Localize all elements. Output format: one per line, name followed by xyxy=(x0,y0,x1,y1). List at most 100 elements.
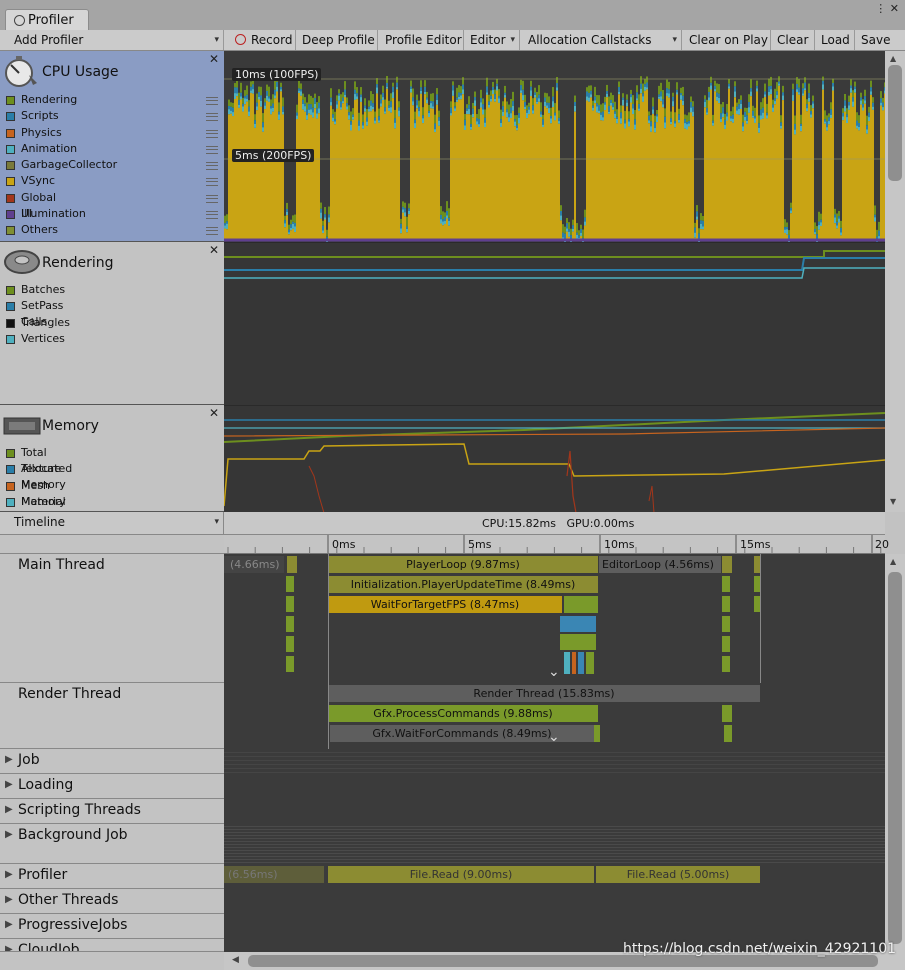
thread-main[interactable]: Main Thread xyxy=(0,554,224,683)
charts-vertical-scrollbar[interactable]: ▲ ▼ xyxy=(885,51,905,512)
memory-panel[interactable]: Memory ✕ Total Allocated Texture Memory … xyxy=(0,405,224,524)
sample-block[interactable] xyxy=(724,725,732,742)
thread-label: ProgressiveJobs xyxy=(18,917,128,933)
progressive-jobs-lane[interactable] xyxy=(224,914,885,940)
drag-handle-icon[interactable] xyxy=(206,162,218,171)
scroll-down-icon[interactable]: ▼ xyxy=(890,497,896,506)
drag-handle-icon[interactable] xyxy=(206,227,218,236)
close-memory-panel-icon[interactable]: ✕ xyxy=(209,406,219,420)
clear-on-play-button[interactable]: Clear on Play xyxy=(683,30,771,50)
close-cpu-panel-icon[interactable]: ✕ xyxy=(209,52,219,66)
expand-triangle-icon[interactable]: ▶ xyxy=(5,869,13,880)
sample-gfx-process-commands[interactable]: Gfx.ProcessCommands (9.88ms) xyxy=(328,705,598,722)
sample-render-thread[interactable]: Render Thread (15.83ms) xyxy=(328,685,760,702)
timeline-header: Timeline CPU:15.82ms GPU:0.00ms xyxy=(0,512,885,535)
thread-scripting[interactable]: ▶ Scripting Threads xyxy=(0,799,224,824)
expand-triangle-icon[interactable]: ▶ xyxy=(5,829,13,840)
expand-triangle-icon[interactable]: ▶ xyxy=(5,894,13,905)
drag-handle-icon[interactable] xyxy=(206,97,218,105)
render-thread-lane[interactable]: Render Thread (15.83ms) Gfx.ProcessComma… xyxy=(224,683,885,750)
legend-label: Scripts xyxy=(21,109,59,123)
thread-job[interactable]: ▶ Job xyxy=(0,749,224,774)
expand-triangle-icon[interactable]: ▶ xyxy=(5,804,13,815)
scroll-up-icon[interactable]: ▲ xyxy=(890,54,896,63)
thread-label: Main Thread xyxy=(18,557,105,573)
thread-render[interactable]: Render Thread xyxy=(0,683,224,749)
other-threads-lane[interactable] xyxy=(224,889,885,915)
sample-block[interactable] xyxy=(722,705,732,722)
scrollbar-thumb[interactable] xyxy=(888,572,902,944)
nested-samples[interactable] xyxy=(560,616,596,676)
thread-other[interactable]: ▶ Other Threads xyxy=(0,889,224,914)
profiler-window-tab[interactable]: Profiler xyxy=(5,9,89,31)
save-button[interactable]: Save xyxy=(855,30,905,50)
profiler-toolbar: Add Profiler Record Deep Profile Profile… xyxy=(0,30,905,51)
legend-label: UI xyxy=(21,207,33,221)
record-button[interactable]: Record xyxy=(226,30,296,50)
frame-stats-label: CPU:15.82ms GPU:0.00ms xyxy=(482,517,635,530)
thread-progressive-jobs[interactable]: ▶ ProgressiveJobs xyxy=(0,914,224,939)
memory-chart[interactable] xyxy=(223,405,886,514)
sample-stack[interactable] xyxy=(722,576,730,676)
deep-profile-button[interactable]: Deep Profile xyxy=(296,30,378,50)
cpu-usage-chart[interactable]: 10ms (100FPS) 5ms (200FPS) xyxy=(224,51,886,246)
drag-handle-icon[interactable] xyxy=(206,145,218,154)
rendering-graph xyxy=(224,250,885,279)
thread-loading[interactable]: ▶ Loading xyxy=(0,774,224,799)
scrollbar-thumb[interactable] xyxy=(888,65,902,181)
job-lane[interactable] xyxy=(224,749,885,775)
drag-handle-icon[interactable] xyxy=(206,194,218,203)
sample-stack[interactable] xyxy=(286,576,294,676)
clear-button[interactable]: Clear xyxy=(771,30,815,50)
main-thread-lane[interactable]: (4.66ms) PlayerLoop (9.87ms) EditorLoop … xyxy=(224,554,885,684)
cpu-usage-panel[interactable]: CPU Usage ✕ Rendering Scripts Physics An… xyxy=(0,51,224,242)
sample-init-player-update[interactable]: Initialization.PlayerUpdateTime (8.49ms) xyxy=(328,576,598,593)
rendering-chart[interactable] xyxy=(224,242,885,406)
sample-file-read-1[interactable]: File.Read (9.00ms) xyxy=(328,866,594,883)
background-job-lane[interactable] xyxy=(224,824,885,865)
thread-cloud-job[interactable]: ▶ CloudJob xyxy=(0,939,224,952)
sample-editor-loop[interactable]: EditorLoop (4.56ms) xyxy=(599,556,721,573)
sample-block[interactable] xyxy=(594,725,600,742)
drag-handle-icon[interactable] xyxy=(206,178,218,187)
legend-swatch xyxy=(6,318,15,328)
drag-handle-icon[interactable] xyxy=(206,113,218,122)
window-controls[interactable]: ⋮ ✕ xyxy=(875,2,899,15)
time-ruler[interactable]: 0ms 5ms 10ms 15ms 20 xyxy=(224,535,889,554)
drag-handle-icon[interactable] xyxy=(206,129,218,138)
sample-player-loop[interactable]: PlayerLoop (9.87ms) xyxy=(328,556,598,573)
thread-profiler[interactable]: ▶ Profiler xyxy=(0,864,224,889)
sample-file-read-2[interactable]: File.Read (5.00ms) xyxy=(596,866,760,883)
rendering-panel[interactable]: Rendering ✕ Batches SetPass Calls Triang… xyxy=(0,242,224,405)
view-mode-dropdown[interactable]: Timeline xyxy=(0,512,224,534)
expand-triangle-icon[interactable]: ▶ xyxy=(5,944,13,951)
expand-chevron-icon[interactable]: ⌄ xyxy=(548,729,560,745)
thread-background-job[interactable]: ▶ Background Job xyxy=(0,824,224,864)
sample-prev-frame[interactable]: (4.66ms) xyxy=(224,556,284,573)
sample-profiler-prev[interactable]: (6.56ms) xyxy=(224,866,324,883)
load-button[interactable]: Load xyxy=(815,30,855,50)
sample-wait-target-fps[interactable]: WaitForTargetFPS (8.47ms) xyxy=(328,596,562,613)
loading-lane[interactable] xyxy=(224,774,885,800)
editor-target-dropdown[interactable]: Editor xyxy=(464,30,520,50)
expand-chevron-icon[interactable]: ⌄ xyxy=(548,664,560,680)
sample-block[interactable] xyxy=(722,556,732,573)
profile-editor-button[interactable]: Profile Editor xyxy=(378,30,464,50)
profiler-lane[interactable]: (6.56ms) File.Read (9.00ms) File.Read (5… xyxy=(224,864,885,890)
scroll-up-icon[interactable]: ▲ xyxy=(890,557,896,566)
allocation-callstacks-dropdown[interactable]: Allocation Callstacks xyxy=(522,30,682,50)
drag-handle-icon[interactable] xyxy=(206,211,218,220)
scripting-threads-lane[interactable] xyxy=(224,799,885,825)
sample-block[interactable] xyxy=(564,596,598,613)
scroll-left-icon[interactable]: ◀ xyxy=(232,955,239,965)
cpu-stopwatch-icon xyxy=(5,56,37,87)
close-rendering-panel-icon[interactable]: ✕ xyxy=(209,243,219,257)
sample-block[interactable] xyxy=(287,556,297,573)
expand-triangle-icon[interactable]: ▶ xyxy=(5,754,13,765)
add-profiler-dropdown[interactable]: Add Profiler xyxy=(0,30,224,50)
expand-triangle-icon[interactable]: ▶ xyxy=(5,779,13,790)
tick-15ms: 15ms xyxy=(740,538,771,551)
legend-swatch xyxy=(6,144,15,154)
timeline-vertical-scrollbar[interactable]: ▲ xyxy=(885,554,905,952)
expand-triangle-icon[interactable]: ▶ xyxy=(5,919,13,930)
